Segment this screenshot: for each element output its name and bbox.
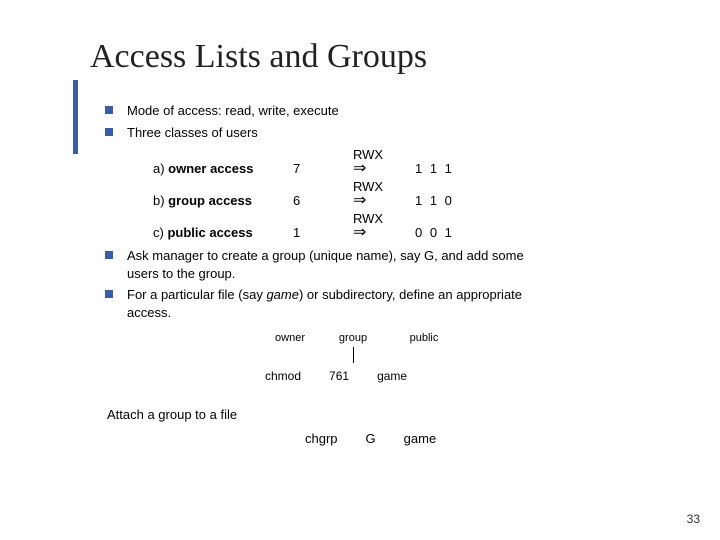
bullet-icon xyxy=(105,290,113,298)
chmod-labels: owner group public xyxy=(255,331,695,346)
perm-public-label-a: c) xyxy=(153,225,167,240)
perm-group-label-b: group access xyxy=(168,193,252,208)
page-number: 33 xyxy=(687,512,700,526)
bullet-3: Ask manager to create a group (unique na… xyxy=(105,247,695,282)
perm-group-label-a: b) xyxy=(153,193,168,208)
slide-title: Access Lists and Groups xyxy=(90,38,427,76)
bullet-3-text: Ask manager to create a group (unique na… xyxy=(127,247,695,282)
chmod-command: chmod 761 game xyxy=(265,368,695,384)
title-accent-bar xyxy=(73,80,78,154)
bullet-1-text: Mode of access: read, write, execute xyxy=(127,102,695,120)
slide: Access Lists and Groups Mode of access: … xyxy=(0,0,720,540)
label-owner: owner xyxy=(255,331,325,346)
chgrp-file: game xyxy=(404,430,437,448)
arrow-icon: ⇒ xyxy=(353,193,415,209)
label-group: group xyxy=(325,331,381,346)
bullet-4-text: For a particular file (say game) or subd… xyxy=(127,286,695,321)
chmod-value: 761 xyxy=(329,368,349,384)
perm-group-num: 6 xyxy=(293,192,353,210)
bullet-4: For a particular file (say game) or subd… xyxy=(105,286,695,321)
chgrp-cmd: chgrp xyxy=(305,430,338,448)
slide-body: Mode of access: read, write, execute Thr… xyxy=(105,102,695,447)
bullet-2-text: Three classes of users xyxy=(127,124,695,142)
perm-public-label-b: public access xyxy=(167,225,252,240)
perm-public-bits: 0 0 1 xyxy=(415,224,485,242)
perm-row-group: b) group access 6 RWX⇒ 1 1 0 xyxy=(153,177,695,209)
attach-label: Attach a group to a file xyxy=(107,406,695,424)
perm-row-owner: a) owner access 7 RWX⇒ 1 1 1 xyxy=(153,145,695,177)
bullet-icon xyxy=(105,106,113,114)
permission-table: a) owner access 7 RWX⇒ 1 1 1 b) group ac… xyxy=(153,145,695,241)
arrow-icon: ⇒ xyxy=(353,161,415,177)
bullet-icon xyxy=(105,251,113,259)
chgrp-command: chgrp G game xyxy=(305,430,695,448)
chmod-cmd: chmod xyxy=(265,368,301,384)
bullet-1: Mode of access: read, write, execute xyxy=(105,102,695,120)
perm-owner-label-a: a) xyxy=(153,161,168,176)
bullet-icon xyxy=(105,128,113,136)
perm-public-num: 1 xyxy=(293,224,353,242)
label-public: public xyxy=(389,331,459,346)
perm-owner-label-b: owner access xyxy=(168,161,253,176)
chgrp-group: G xyxy=(366,430,376,448)
perm-group-bits: 1 1 0 xyxy=(415,192,485,210)
arrow-icon: ⇒ xyxy=(353,225,415,241)
perm-owner-num: 7 xyxy=(293,160,353,178)
bullet-2: Three classes of users xyxy=(105,124,695,142)
chmod-file: game xyxy=(377,368,407,384)
perm-owner-bits: 1 1 1 xyxy=(415,160,485,178)
perm-row-public: c) public access 1 RWX⇒ 0 0 1 xyxy=(153,209,695,241)
